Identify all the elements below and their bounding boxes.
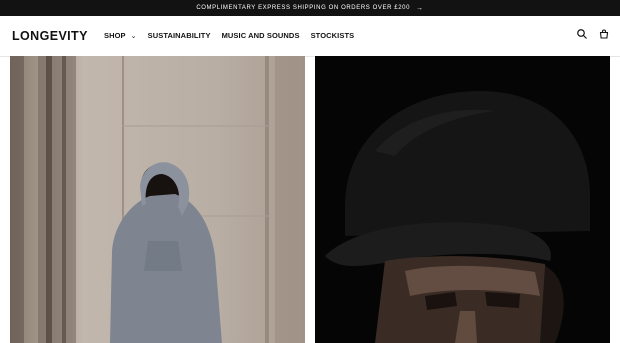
hoodie-model-image[interactable] xyxy=(10,56,305,343)
search-icon[interactable] xyxy=(576,28,588,40)
nav-item-stockists[interactable]: STOCKISTS xyxy=(311,31,355,40)
nav-item-music-and-sounds[interactable]: MUSIC AND SOUNDS xyxy=(222,31,300,40)
nav-item-shop[interactable]: SHOP ⌄ xyxy=(104,31,137,40)
announcement-bar: COMPLIMENTARY EXPRESS SHIPPING ON ORDERS… xyxy=(0,0,620,16)
announcement-text[interactable]: COMPLIMENTARY EXPRESS SHIPPING ON ORDERS… xyxy=(196,5,410,11)
chevron-down-icon: ⌄ xyxy=(130,33,137,40)
main-nav: SHOP ⌄ SUSTAINABILITY MUSIC AND SOUNDS ST… xyxy=(104,31,354,40)
site-logo[interactable]: LONGEVITY xyxy=(12,29,88,43)
header-icons xyxy=(576,28,610,40)
cap-model-image[interactable] xyxy=(315,56,610,343)
arrow-right-icon[interactable]: → xyxy=(416,5,424,12)
nav-item-sustainability[interactable]: SUSTAINABILITY xyxy=(148,31,211,40)
cart-icon[interactable] xyxy=(598,28,610,40)
site-header: LONGEVITY SHOP ⌄ SUSTAINABILITY MUSIC AND… xyxy=(0,16,620,57)
